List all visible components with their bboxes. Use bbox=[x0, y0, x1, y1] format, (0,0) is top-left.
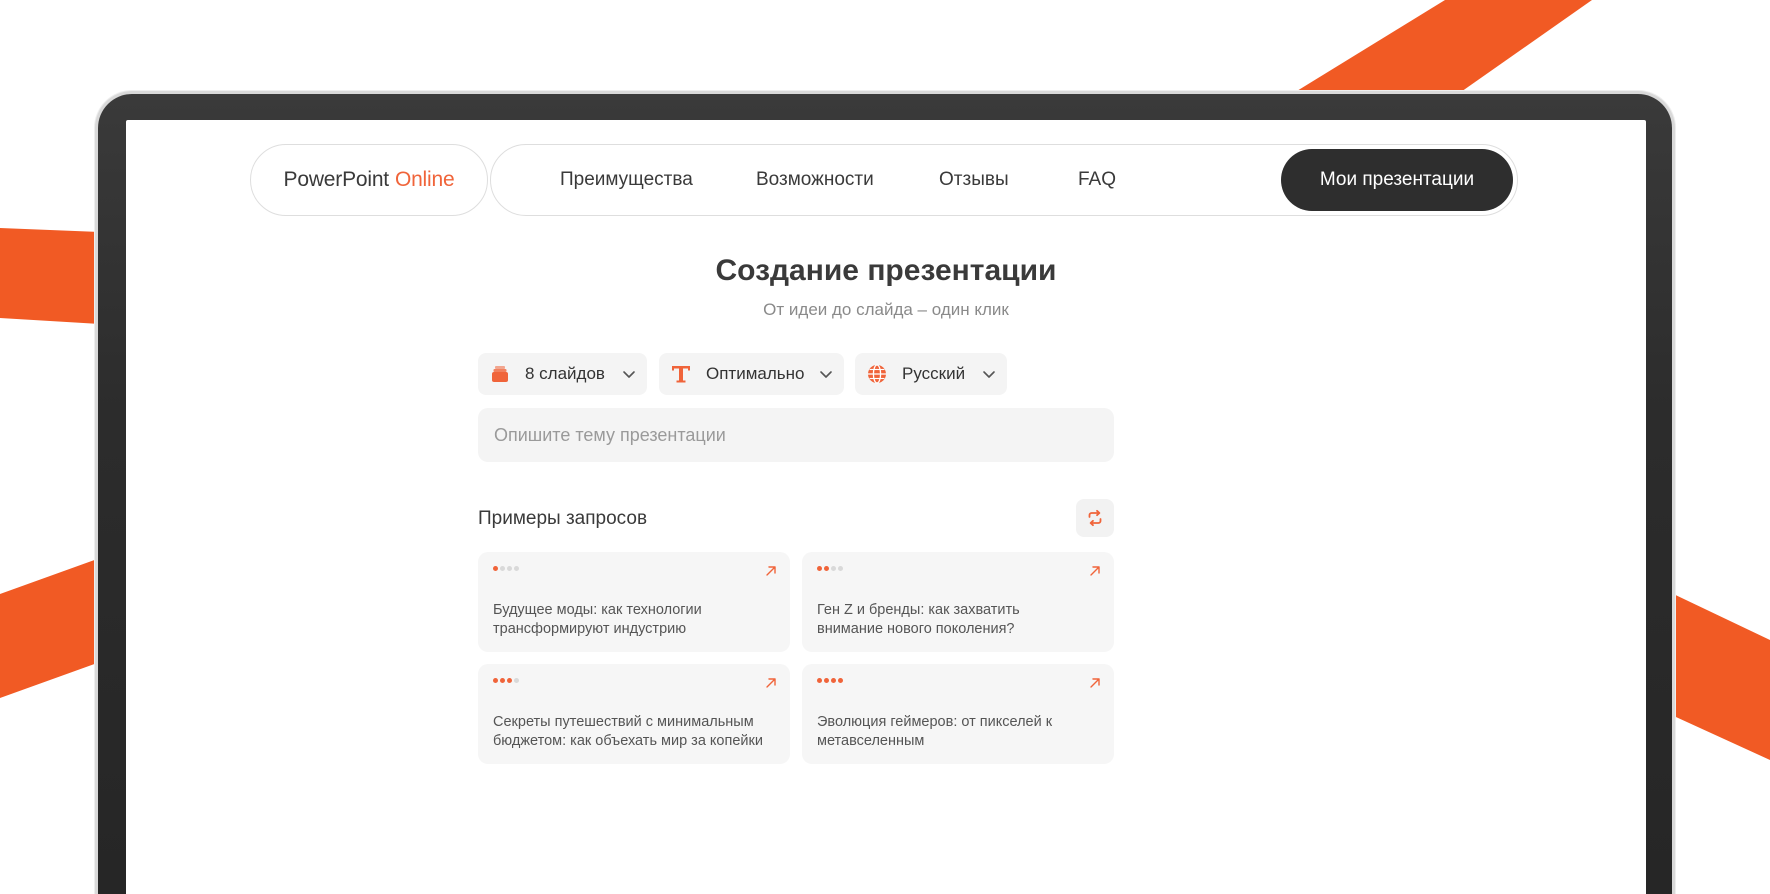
ribbon-left-bottom bbox=[0, 558, 100, 698]
complexity-dot bbox=[514, 678, 519, 683]
example-text: Ген Z и бренды: как захватить внимание н… bbox=[817, 602, 1020, 637]
example-text: Секреты путешествий с минимальным бюджет… bbox=[493, 714, 763, 749]
globe-icon bbox=[866, 363, 888, 385]
complexity-dot bbox=[507, 566, 512, 571]
logo-accent-text: Online bbox=[394, 168, 455, 191]
slides-count-value: 8 слайдов bbox=[525, 364, 605, 383]
text-amount-value: Оптимально bbox=[706, 364, 805, 383]
nav-link-reviews[interactable]: Отзывы bbox=[939, 169, 1009, 191]
chevron-down-icon bbox=[983, 371, 995, 378]
example-card[interactable]: Эволюция геймеров: от пикселей к метавсе… bbox=[802, 664, 1114, 764]
example-card[interactable]: Будущее моды: как технологии трансформир… bbox=[478, 552, 790, 652]
complexity-dot bbox=[500, 566, 505, 571]
complexity-dots bbox=[817, 566, 843, 571]
complexity-dot bbox=[817, 678, 822, 683]
example-card[interactable]: Секреты путешествий с минимальным бюджет… bbox=[478, 664, 790, 764]
complexity-dot bbox=[817, 566, 822, 571]
complexity-dot bbox=[493, 678, 498, 683]
language-select[interactable]: Русский bbox=[855, 353, 1007, 395]
app-screen: PowerPoint Online Преимущества Возможнос… bbox=[126, 120, 1646, 894]
logo-text: PowerPoint bbox=[283, 168, 390, 191]
complexity-dot bbox=[838, 566, 843, 571]
nav-link-faq[interactable]: FAQ bbox=[1078, 169, 1116, 191]
page-title: Создание презентации bbox=[715, 254, 1057, 287]
my-presentations-button[interactable]: Мои презентации bbox=[1281, 149, 1513, 211]
complexity-dots bbox=[493, 678, 519, 683]
arrow-up-right-icon bbox=[1090, 566, 1100, 576]
chevron-down-icon bbox=[820, 371, 832, 378]
example-card[interactable]: Ген Z и бренды: как захватить внимание н… bbox=[802, 552, 1114, 652]
complexity-dot bbox=[831, 566, 836, 571]
text-amount-select[interactable]: Оптимально bbox=[659, 353, 844, 395]
complexity-dot bbox=[514, 566, 519, 571]
topic-input[interactable] bbox=[478, 408, 1114, 462]
complexity-dot bbox=[824, 566, 829, 571]
complexity-dot bbox=[507, 678, 512, 683]
complexity-dot bbox=[500, 678, 505, 683]
refresh-examples-button[interactable] bbox=[1076, 499, 1114, 537]
example-text: Будущее моды: как технологии трансформир… bbox=[493, 602, 702, 637]
complexity-dot bbox=[824, 678, 829, 683]
ribbon-right bbox=[1665, 590, 1770, 760]
complexity-dots bbox=[817, 678, 843, 683]
nav-link-advantages[interactable]: Преимущества bbox=[560, 169, 693, 191]
complexity-dots bbox=[493, 566, 519, 571]
example-text: Эволюция геймеров: от пикселей к метавсе… bbox=[817, 714, 1053, 749]
slides-stack-icon bbox=[489, 363, 511, 385]
page-subtitle: От идеи до слайда – один клик bbox=[763, 300, 1009, 319]
arrow-up-right-icon bbox=[766, 678, 776, 688]
arrow-up-right-icon bbox=[1090, 678, 1100, 688]
logo[interactable]: PowerPoint Online bbox=[250, 144, 488, 216]
nav-link-features[interactable]: Возможности bbox=[756, 169, 874, 191]
complexity-dot bbox=[838, 678, 843, 683]
laptop-frame: PowerPoint Online Преимущества Возможнос… bbox=[98, 94, 1672, 894]
refresh-icon bbox=[1088, 509, 1102, 527]
main-nav: Преимущества Возможности Отзывы FAQ Мои … bbox=[490, 144, 1518, 216]
chevron-down-icon bbox=[623, 371, 635, 378]
examples-heading: Примеры запросов bbox=[478, 508, 648, 529]
complexity-dot bbox=[493, 566, 498, 571]
arrow-up-right-icon bbox=[766, 566, 776, 576]
text-t-icon bbox=[670, 363, 692, 385]
language-value: Русский bbox=[902, 364, 966, 383]
ribbon-top-right bbox=[1292, 0, 1592, 94]
complexity-dot bbox=[831, 678, 836, 683]
ribbon-left-top bbox=[0, 228, 100, 324]
slides-count-select[interactable]: 8 слайдов bbox=[478, 353, 647, 395]
